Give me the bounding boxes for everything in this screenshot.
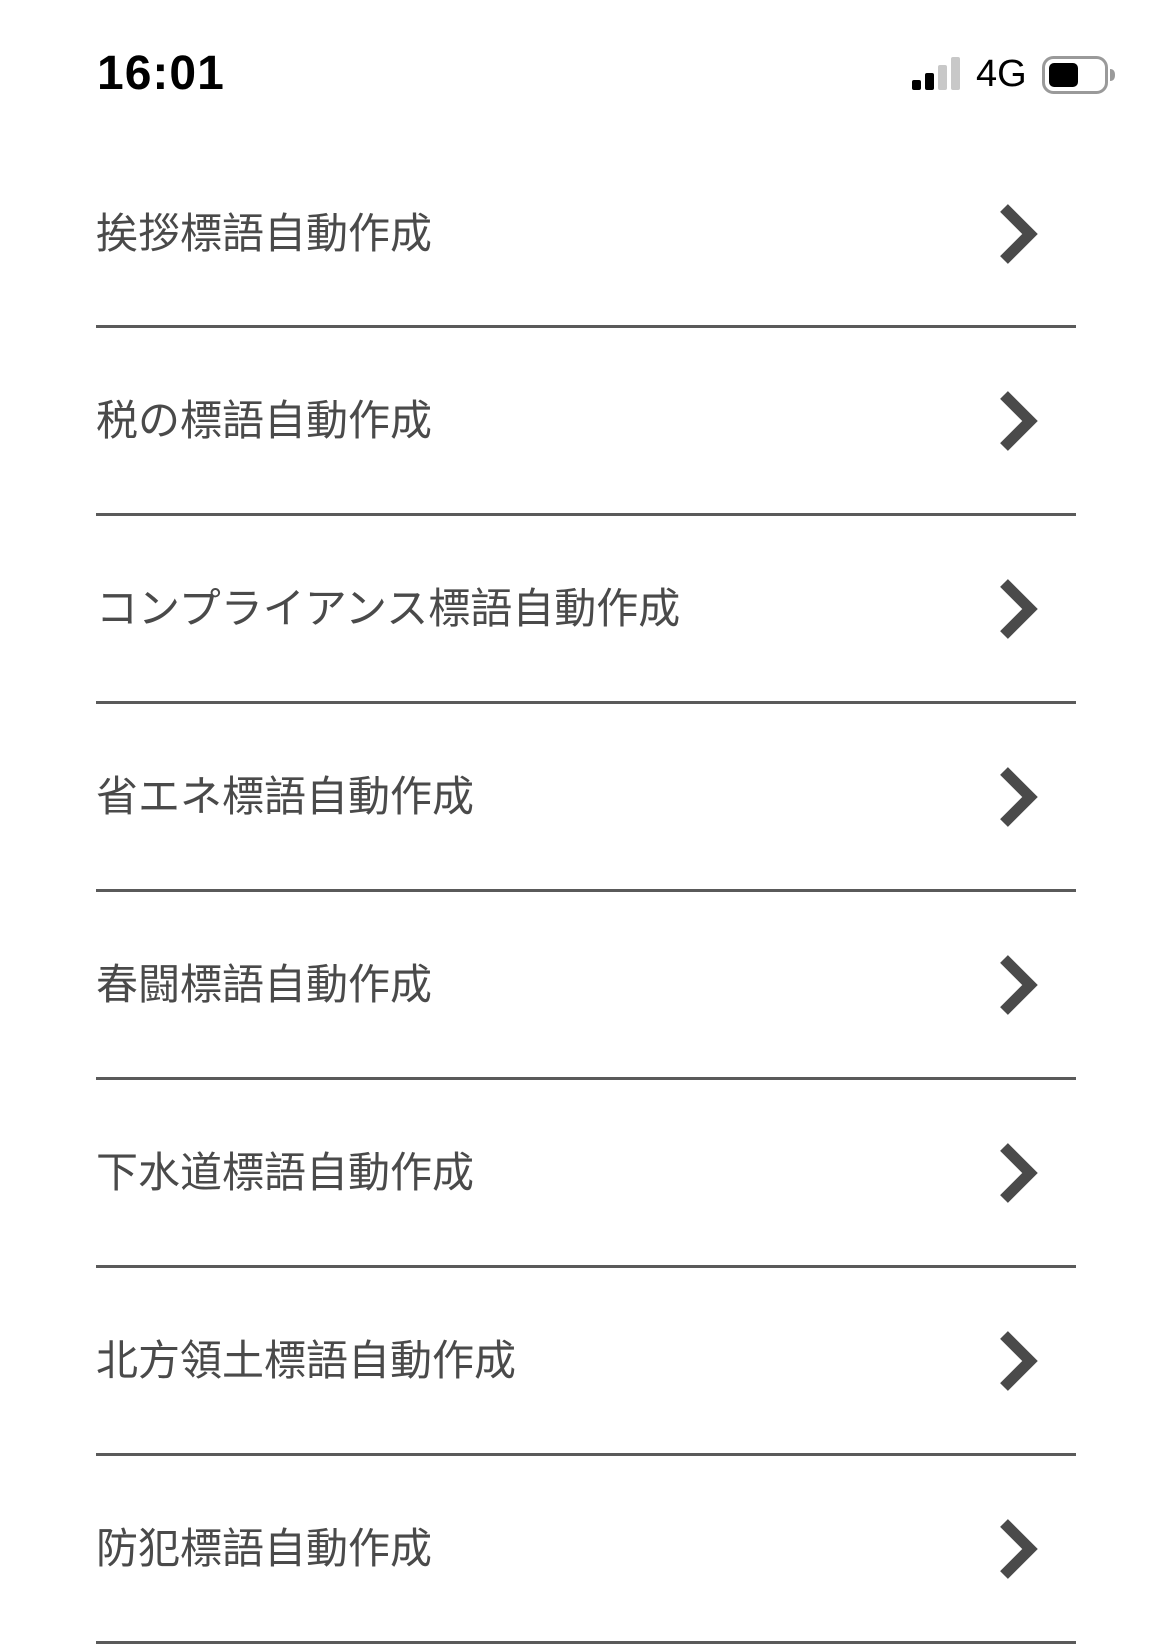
menu-list: 挨拶標語自動作成 税の標語自動作成 コンプライアンス標語自動作成 省エネ標語自動… — [96, 142, 1076, 1644]
menu-item-bohan[interactable]: 防犯標語自動作成 — [96, 1456, 1076, 1644]
cellular-signal-icon — [912, 57, 960, 90]
menu-item-label: 防犯標語自動作成 — [96, 1523, 433, 1573]
menu-item-label: 挨拶標語自動作成 — [96, 208, 433, 258]
menu-item-compliance[interactable]: コンプライアンス標語自動作成 — [96, 516, 1076, 704]
menu-item-shoene[interactable]: 省エネ標語自動作成 — [96, 704, 1076, 892]
chevron-right-icon — [1000, 203, 1038, 264]
chevron-right-icon — [1000, 390, 1038, 451]
chevron-right-icon — [1000, 1142, 1038, 1203]
chevron-right-icon — [1000, 1330, 1038, 1391]
chevron-right-icon — [1000, 1518, 1038, 1579]
menu-item-label: 下水道標語自動作成 — [96, 1147, 475, 1197]
network-type: 4G — [976, 53, 1027, 95]
menu-item-aisatsu[interactable]: 挨拶標語自動作成 — [96, 142, 1076, 328]
menu-item-label: コンプライアンス標語自動作成 — [96, 583, 681, 633]
menu-item-label: 北方領土標語自動作成 — [96, 1335, 517, 1385]
chevron-right-icon — [1000, 954, 1038, 1015]
chevron-right-icon — [1000, 766, 1038, 827]
menu-item-label: 税の標語自動作成 — [96, 395, 433, 445]
menu-item-gesuido[interactable]: 下水道標語自動作成 — [96, 1080, 1076, 1268]
menu-item-label: 省エネ標語自動作成 — [96, 771, 475, 821]
status-time: 16:01 — [97, 47, 225, 100]
chevron-right-icon — [1000, 578, 1038, 639]
menu-item-label: 春闘標語自動作成 — [96, 959, 433, 1009]
menu-item-hoppo-ryodo[interactable]: 北方領土標語自動作成 — [96, 1268, 1076, 1456]
menu-item-shunto[interactable]: 春闘標語自動作成 — [96, 892, 1076, 1080]
status-bar: 16:01 4G — [0, 0, 1170, 150]
menu-item-zei[interactable]: 税の標語自動作成 — [96, 328, 1076, 516]
battery-icon — [1042, 56, 1115, 94]
